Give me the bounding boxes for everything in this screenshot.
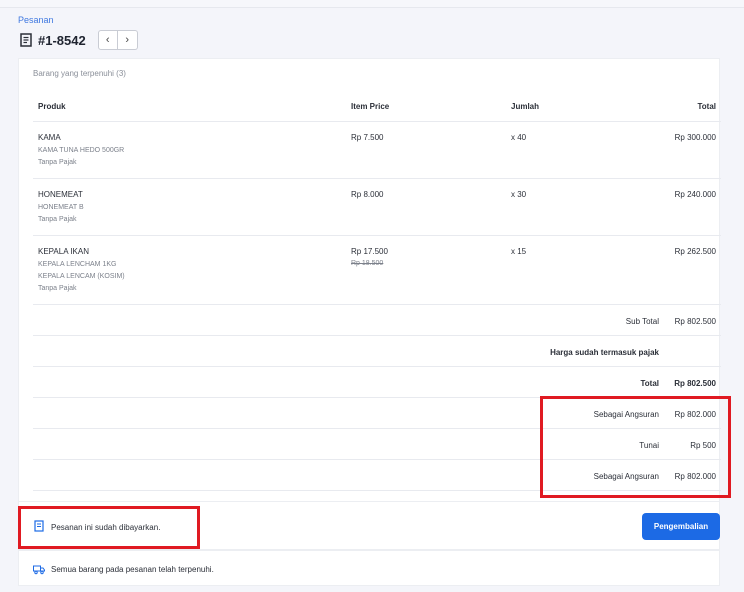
product-variant-alt: KEPALA LENCAM (KOSIM) [38,273,125,280]
item-total: Rp 262.500 [674,247,716,256]
product-name: KAMA [38,133,61,142]
tax-note: Harga sudah termasuk pajak [550,348,659,357]
item-qty: x 40 [511,133,527,142]
item-price: Rp 8.000 [351,190,384,199]
subtotal-row: Sub Total Rp 802.500 [33,305,721,336]
header-product: Produk [38,102,66,111]
item-qty: x 30 [511,190,527,199]
subtotal-value: Rp 802.500 [674,317,716,326]
order-nav: ‹ › [97,30,138,50]
product-variant: KAMA TUNA HEDO 500GR [38,147,125,154]
header-price: Item Price [351,102,390,111]
truck-icon [33,565,45,575]
product-tax: Tanpa Pajak [38,216,77,223]
item-total: Rp 300.000 [674,133,716,142]
header-total: Total [697,102,716,111]
table-row: KEPALA IKAN KEPALA LENCHAM 1KG KEPALA LE… [33,236,721,305]
item-qty: x 15 [511,247,527,256]
chevron-right-icon: › [125,34,130,46]
section-title: Barang yang terpenuhi (3) [33,69,126,78]
product-tax: Tanpa Pajak [38,285,77,292]
table-header: Produk Item Price Jumlah Total [33,90,721,122]
highlight-box-payments [540,396,731,498]
return-button[interactable]: Pengembalian [642,513,720,540]
product-name: KEPALA IKAN [38,247,89,256]
highlight-box-paid [18,506,200,549]
chevron-left-icon: ‹ [105,34,110,46]
product-name: HONEMEAT [38,190,83,199]
breadcrumb[interactable]: Pesanan [18,15,54,25]
fulfilled-notice: Semua barang pada pesanan telah terpenuh… [51,565,214,574]
order-header: #1-8542 ‹ › [20,30,138,50]
item-old-price: Rp 18.500 [351,260,384,267]
table-row: KAMA KAMA TUNA HEDO 500GR Tanpa Pajak Rp… [33,122,721,179]
next-order-button[interactable]: › [117,30,138,50]
item-price: Rp 17.500 [351,247,388,256]
receipt-icon [20,33,32,47]
table-row: HONEMEAT HONEMEAT B Tanpa Pajak Rp 8.000… [33,179,721,236]
total-row: Total Rp 802.500 [33,367,721,398]
item-price: Rp 7.500 [351,133,384,142]
prev-order-button[interactable]: ‹ [97,30,118,50]
tax-note-row: Harga sudah termasuk pajak [33,336,721,367]
product-variant: KEPALA LENCHAM 1KG [38,261,117,268]
item-total: Rp 240.000 [674,190,716,199]
product-tax: Tanpa Pajak [38,159,77,166]
total-label: Total [640,379,659,388]
subtotal-label: Sub Total [625,317,659,326]
order-id: #1-8542 [38,32,86,48]
product-variant: HONEMEAT B [38,204,84,211]
total-value: Rp 802.500 [674,379,716,388]
header-qty: Jumlah [511,102,540,111]
top-bar [0,0,744,8]
